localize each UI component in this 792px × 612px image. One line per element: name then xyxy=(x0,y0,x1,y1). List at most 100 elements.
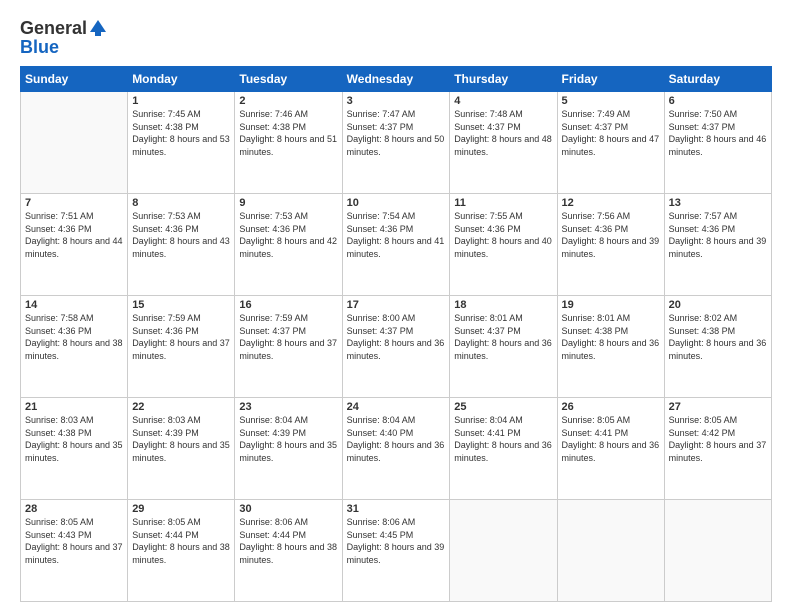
col-sunday: Sunday xyxy=(21,67,128,92)
calendar-cell: 27Sunrise: 8:05 AM Sunset: 4:42 PM Dayli… xyxy=(664,398,771,500)
day-info: Sunrise: 7:53 AM Sunset: 4:36 PM Dayligh… xyxy=(132,210,230,260)
col-wednesday: Wednesday xyxy=(342,67,450,92)
logo-general-text: General xyxy=(20,18,87,39)
calendar-cell: 20Sunrise: 8:02 AM Sunset: 4:38 PM Dayli… xyxy=(664,296,771,398)
day-number: 8 xyxy=(132,197,230,209)
day-info: Sunrise: 7:51 AM Sunset: 4:36 PM Dayligh… xyxy=(25,210,123,260)
day-info: Sunrise: 8:05 AM Sunset: 4:41 PM Dayligh… xyxy=(562,414,660,464)
col-saturday: Saturday xyxy=(664,67,771,92)
day-info: Sunrise: 8:04 AM Sunset: 4:41 PM Dayligh… xyxy=(454,414,552,464)
day-number: 17 xyxy=(347,299,446,311)
day-info: Sunrise: 8:00 AM Sunset: 4:37 PM Dayligh… xyxy=(347,312,446,362)
calendar-week-row: 14Sunrise: 7:58 AM Sunset: 4:36 PM Dayli… xyxy=(21,296,772,398)
calendar-cell: 19Sunrise: 8:01 AM Sunset: 4:38 PM Dayli… xyxy=(557,296,664,398)
calendar-cell: 23Sunrise: 8:04 AM Sunset: 4:39 PM Dayli… xyxy=(235,398,342,500)
day-info: Sunrise: 8:01 AM Sunset: 4:37 PM Dayligh… xyxy=(454,312,552,362)
day-number: 25 xyxy=(454,401,552,413)
calendar-cell: 2Sunrise: 7:46 AM Sunset: 4:38 PM Daylig… xyxy=(235,92,342,194)
day-number: 15 xyxy=(132,299,230,311)
day-number: 4 xyxy=(454,95,552,107)
calendar: Sunday Monday Tuesday Wednesday Thursday… xyxy=(20,66,772,602)
day-info: Sunrise: 8:04 AM Sunset: 4:40 PM Dayligh… xyxy=(347,414,446,464)
calendar-cell: 1Sunrise: 7:45 AM Sunset: 4:38 PM Daylig… xyxy=(128,92,235,194)
day-number: 5 xyxy=(562,95,660,107)
calendar-cell: 5Sunrise: 7:49 AM Sunset: 4:37 PM Daylig… xyxy=(557,92,664,194)
calendar-cell: 25Sunrise: 8:04 AM Sunset: 4:41 PM Dayli… xyxy=(450,398,557,500)
day-number: 9 xyxy=(239,197,337,209)
header: General Blue xyxy=(20,18,772,58)
col-tuesday: Tuesday xyxy=(235,67,342,92)
day-info: Sunrise: 7:45 AM Sunset: 4:38 PM Dayligh… xyxy=(132,108,230,158)
day-info: Sunrise: 7:59 AM Sunset: 4:37 PM Dayligh… xyxy=(239,312,337,362)
day-number: 28 xyxy=(25,503,123,515)
calendar-cell: 15Sunrise: 7:59 AM Sunset: 4:36 PM Dayli… xyxy=(128,296,235,398)
calendar-cell: 18Sunrise: 8:01 AM Sunset: 4:37 PM Dayli… xyxy=(450,296,557,398)
day-number: 1 xyxy=(132,95,230,107)
logo-icon xyxy=(88,18,108,38)
day-number: 14 xyxy=(25,299,123,311)
calendar-cell: 7Sunrise: 7:51 AM Sunset: 4:36 PM Daylig… xyxy=(21,194,128,296)
day-info: Sunrise: 7:48 AM Sunset: 4:37 PM Dayligh… xyxy=(454,108,552,158)
day-info: Sunrise: 8:04 AM Sunset: 4:39 PM Dayligh… xyxy=(239,414,337,464)
day-info: Sunrise: 7:55 AM Sunset: 4:36 PM Dayligh… xyxy=(454,210,552,260)
day-number: 12 xyxy=(562,197,660,209)
calendar-week-row: 1Sunrise: 7:45 AM Sunset: 4:38 PM Daylig… xyxy=(21,92,772,194)
calendar-cell: 30Sunrise: 8:06 AM Sunset: 4:44 PM Dayli… xyxy=(235,500,342,602)
day-info: Sunrise: 7:59 AM Sunset: 4:36 PM Dayligh… xyxy=(132,312,230,362)
calendar-cell: 24Sunrise: 8:04 AM Sunset: 4:40 PM Dayli… xyxy=(342,398,450,500)
calendar-cell: 17Sunrise: 8:00 AM Sunset: 4:37 PM Dayli… xyxy=(342,296,450,398)
day-info: Sunrise: 8:05 AM Sunset: 4:44 PM Dayligh… xyxy=(132,516,230,566)
day-number: 31 xyxy=(347,503,446,515)
calendar-cell: 10Sunrise: 7:54 AM Sunset: 4:36 PM Dayli… xyxy=(342,194,450,296)
day-info: Sunrise: 8:03 AM Sunset: 4:38 PM Dayligh… xyxy=(25,414,123,464)
calendar-cell: 3Sunrise: 7:47 AM Sunset: 4:37 PM Daylig… xyxy=(342,92,450,194)
col-monday: Monday xyxy=(128,67,235,92)
calendar-cell xyxy=(557,500,664,602)
day-info: Sunrise: 7:57 AM Sunset: 4:36 PM Dayligh… xyxy=(669,210,767,260)
calendar-week-row: 7Sunrise: 7:51 AM Sunset: 4:36 PM Daylig… xyxy=(21,194,772,296)
day-info: Sunrise: 7:58 AM Sunset: 4:36 PM Dayligh… xyxy=(25,312,123,362)
day-number: 23 xyxy=(239,401,337,413)
day-info: Sunrise: 7:50 AM Sunset: 4:37 PM Dayligh… xyxy=(669,108,767,158)
day-number: 6 xyxy=(669,95,767,107)
day-number: 24 xyxy=(347,401,446,413)
day-number: 22 xyxy=(132,401,230,413)
calendar-header-row: Sunday Monday Tuesday Wednesday Thursday… xyxy=(21,67,772,92)
calendar-cell: 22Sunrise: 8:03 AM Sunset: 4:39 PM Dayli… xyxy=(128,398,235,500)
day-info: Sunrise: 7:53 AM Sunset: 4:36 PM Dayligh… xyxy=(239,210,337,260)
day-info: Sunrise: 8:02 AM Sunset: 4:38 PM Dayligh… xyxy=(669,312,767,362)
calendar-week-row: 21Sunrise: 8:03 AM Sunset: 4:38 PM Dayli… xyxy=(21,398,772,500)
day-info: Sunrise: 8:05 AM Sunset: 4:42 PM Dayligh… xyxy=(669,414,767,464)
calendar-cell: 11Sunrise: 7:55 AM Sunset: 4:36 PM Dayli… xyxy=(450,194,557,296)
day-info: Sunrise: 8:01 AM Sunset: 4:38 PM Dayligh… xyxy=(562,312,660,362)
day-number: 13 xyxy=(669,197,767,209)
day-info: Sunrise: 8:03 AM Sunset: 4:39 PM Dayligh… xyxy=(132,414,230,464)
day-number: 20 xyxy=(669,299,767,311)
calendar-cell xyxy=(450,500,557,602)
logo: General Blue xyxy=(20,18,108,58)
calendar-cell: 6Sunrise: 7:50 AM Sunset: 4:37 PM Daylig… xyxy=(664,92,771,194)
day-number: 2 xyxy=(239,95,337,107)
day-info: Sunrise: 8:06 AM Sunset: 4:45 PM Dayligh… xyxy=(347,516,446,566)
day-number: 21 xyxy=(25,401,123,413)
day-info: Sunrise: 7:56 AM Sunset: 4:36 PM Dayligh… xyxy=(562,210,660,260)
calendar-cell: 21Sunrise: 8:03 AM Sunset: 4:38 PM Dayli… xyxy=(21,398,128,500)
calendar-cell xyxy=(664,500,771,602)
calendar-cell: 31Sunrise: 8:06 AM Sunset: 4:45 PM Dayli… xyxy=(342,500,450,602)
calendar-cell xyxy=(21,92,128,194)
day-info: Sunrise: 8:06 AM Sunset: 4:44 PM Dayligh… xyxy=(239,516,337,566)
day-number: 19 xyxy=(562,299,660,311)
day-number: 11 xyxy=(454,197,552,209)
day-number: 18 xyxy=(454,299,552,311)
day-number: 30 xyxy=(239,503,337,515)
calendar-cell: 26Sunrise: 8:05 AM Sunset: 4:41 PM Dayli… xyxy=(557,398,664,500)
calendar-week-row: 28Sunrise: 8:05 AM Sunset: 4:43 PM Dayli… xyxy=(21,500,772,602)
calendar-cell: 13Sunrise: 7:57 AM Sunset: 4:36 PM Dayli… xyxy=(664,194,771,296)
day-info: Sunrise: 7:46 AM Sunset: 4:38 PM Dayligh… xyxy=(239,108,337,158)
day-info: Sunrise: 7:49 AM Sunset: 4:37 PM Dayligh… xyxy=(562,108,660,158)
calendar-cell: 9Sunrise: 7:53 AM Sunset: 4:36 PM Daylig… xyxy=(235,194,342,296)
col-thursday: Thursday xyxy=(450,67,557,92)
calendar-cell: 8Sunrise: 7:53 AM Sunset: 4:36 PM Daylig… xyxy=(128,194,235,296)
calendar-cell: 16Sunrise: 7:59 AM Sunset: 4:37 PM Dayli… xyxy=(235,296,342,398)
day-info: Sunrise: 7:54 AM Sunset: 4:36 PM Dayligh… xyxy=(347,210,446,260)
